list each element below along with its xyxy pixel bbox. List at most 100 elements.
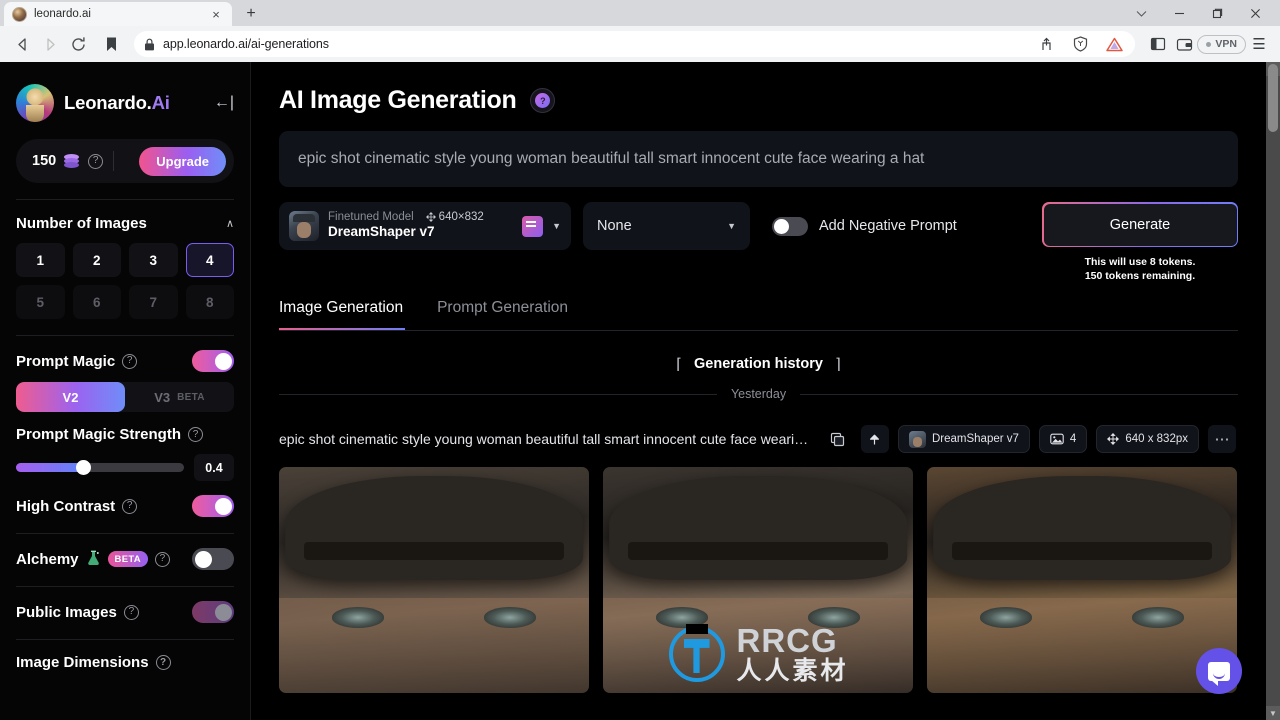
brand-name: Leonardo.Ai <box>64 92 170 114</box>
high-contrast-help-icon[interactable]: ? <box>122 498 138 514</box>
collapse-sidebar-icon[interactable]: ←| <box>214 93 234 113</box>
upload-icon[interactable] <box>860 425 889 454</box>
dimensions-chip[interactable]: 640 x 832px <box>1096 425 1199 454</box>
close-icon[interactable]: × <box>208 6 224 22</box>
chevron-down-icon[interactable]: ▼ <box>727 221 736 231</box>
bookmark-icon[interactable] <box>98 30 124 58</box>
upgrade-button[interactable]: Upgrade <box>139 146 226 176</box>
reload-icon[interactable] <box>64 30 92 58</box>
image-dimensions-help-icon[interactable]: ? <box>155 655 171 670</box>
brand-name-main: Leonardo. <box>64 92 152 113</box>
share-icon[interactable] <box>1033 31 1059 57</box>
image-count-8[interactable]: 8 <box>185 285 234 319</box>
url-text: app.leonardo.ai/ai-generations <box>163 37 329 51</box>
new-tab-button[interactable]: + <box>240 3 262 24</box>
vpn-status-dot <box>1206 41 1212 47</box>
thumb-decor <box>279 598 589 694</box>
generated-image-3[interactable] <box>927 467 1237 694</box>
minimize-icon[interactable] <box>1160 0 1198 26</box>
generate-area: Generate This will use 8 tokens. 150 tok… <box>1042 202 1238 283</box>
lock-icon <box>145 38 154 50</box>
slider-knob[interactable] <box>76 460 92 475</box>
prompt-magic-strength-help-icon[interactable]: ? <box>188 427 204 442</box>
copy-icon[interactable] <box>824 425 852 453</box>
more-options-icon[interactable]: ⋯ <box>1208 425 1236 454</box>
back-icon[interactable] <box>8 30 36 58</box>
prompt-magic-strength-value: 0.4 <box>194 454 234 481</box>
sidebar-panel-icon[interactable] <box>1145 31 1171 57</box>
generation-history-header[interactable]: ⌈ Generation history ⌉ <box>279 355 1238 373</box>
scroll-down-arrow-icon[interactable]: ▼ <box>1266 706 1280 720</box>
high-contrast-toggle[interactable] <box>192 495 234 517</box>
sidebar: Leonardo.Ai ←| 150 ? Upgrade Number of I… <box>0 62 251 720</box>
divider <box>279 393 717 395</box>
main-inner: AI Image Generation ? epic shot cinemati… <box>251 62 1266 694</box>
chevron-up-icon[interactable]: ∧ <box>226 217 234 230</box>
intercom-chat-button[interactable] <box>1196 648 1242 694</box>
scrollbar-thumb[interactable] <box>1268 64 1278 132</box>
preset-select-value: None <box>597 218 632 234</box>
page-scrollbar[interactable]: ▲ ▼ <box>1266 62 1280 720</box>
image-count-5[interactable]: 5 <box>16 285 65 319</box>
generate-button[interactable]: Generate <box>1042 202 1238 247</box>
model-chip[interactable]: DreamShaper v7 <box>897 425 1030 454</box>
generated-image-1[interactable] <box>279 467 589 694</box>
image-count-6[interactable]: 6 <box>72 285 121 319</box>
public-images-toggle[interactable] <box>192 601 234 623</box>
alchemy-toggle[interactable] <box>192 548 234 570</box>
image-count-2[interactable]: 2 <box>72 243 121 277</box>
wallet-icon[interactable] <box>1171 31 1197 57</box>
image-dimensions-header[interactable]: Image Dimensions ? <box>16 654 234 671</box>
browser-menu-icon[interactable]: ☰ <box>1246 31 1272 57</box>
image-count-3[interactable]: 3 <box>129 243 178 277</box>
public-images-help-icon[interactable]: ? <box>123 604 139 620</box>
page-title-help-button[interactable]: ? <box>530 88 556 113</box>
generated-image-2[interactable] <box>603 467 913 694</box>
number-of-images-header[interactable]: Number of Images ∧ <box>16 215 234 232</box>
tab-image-generation[interactable]: Image Generation <box>279 299 403 330</box>
image-count-7[interactable]: 7 <box>129 285 178 319</box>
thumb-decor <box>603 598 913 694</box>
thumb-decor <box>927 598 1237 694</box>
tab-prompt-generation[interactable]: Prompt Generation <box>437 299 568 330</box>
image-count-4[interactable]: 4 <box>185 243 234 277</box>
divider <box>16 335 234 336</box>
coin-stack-icon <box>64 154 80 168</box>
finetuned-model-selector[interactable]: Finetuned Model 640×832 DreamShaper v7 ▼ <box>279 202 571 250</box>
chevron-down-icon[interactable] <box>1122 0 1160 26</box>
high-contrast-label: High Contrast <box>16 497 116 515</box>
divider <box>16 533 234 534</box>
token-help-icon[interactable]: ? <box>88 153 104 169</box>
tab-title: leonardo.ai <box>34 8 91 20</box>
prompt-magic-row: Prompt Magic ? <box>16 350 234 372</box>
preset-select[interactable]: None ▼ <box>583 202 750 250</box>
model-name: DreamShaper v7 <box>328 224 435 239</box>
image-count-1[interactable]: 1 <box>16 243 65 277</box>
prompt-magic-toggle[interactable] <box>192 350 234 372</box>
brave-shields-icon[interactable] <box>1067 31 1093 57</box>
window-close-icon[interactable] <box>1236 0 1274 26</box>
thumb-decor <box>483 607 537 628</box>
segment-v3[interactable]: V3 BETA <box>125 382 234 412</box>
prompt-input[interactable]: epic shot cinematic style young woman be… <box>279 131 1238 187</box>
prompt-magic-strength-slider[interactable] <box>16 460 184 475</box>
vpn-button[interactable]: VPN <box>1197 34 1246 54</box>
segment-v2[interactable]: V2 <box>16 382 125 412</box>
image-count-chip[interactable]: 4 <box>1038 425 1088 454</box>
maximize-icon[interactable] <box>1198 0 1236 26</box>
prompt-magic-help-icon[interactable]: ? <box>122 353 138 369</box>
leonardo-logo-icon <box>16 84 54 122</box>
prompt-magic-strength-row: Prompt Magic Strength ? <box>16 426 234 443</box>
chevron-down-icon[interactable]: ▼ <box>552 221 561 231</box>
negative-prompt-control[interactable]: Add Negative Prompt <box>772 202 957 250</box>
negative-prompt-label: Add Negative Prompt <box>819 218 957 234</box>
brave-rewards-icon[interactable] <box>1101 31 1127 57</box>
alchemy-help-icon[interactable]: ? <box>154 551 170 567</box>
divider <box>16 639 234 640</box>
address-bar[interactable]: app.leonardo.ai/ai-generations <box>134 31 1136 57</box>
public-images-label: Public Images <box>16 603 117 621</box>
thumb-decor <box>303 541 565 560</box>
browser-tab[interactable]: leonardo.ai × <box>4 2 232 26</box>
negative-prompt-toggle[interactable] <box>772 216 808 236</box>
prompt-magic-version-segments: V2 V3 BETA <box>16 382 234 412</box>
